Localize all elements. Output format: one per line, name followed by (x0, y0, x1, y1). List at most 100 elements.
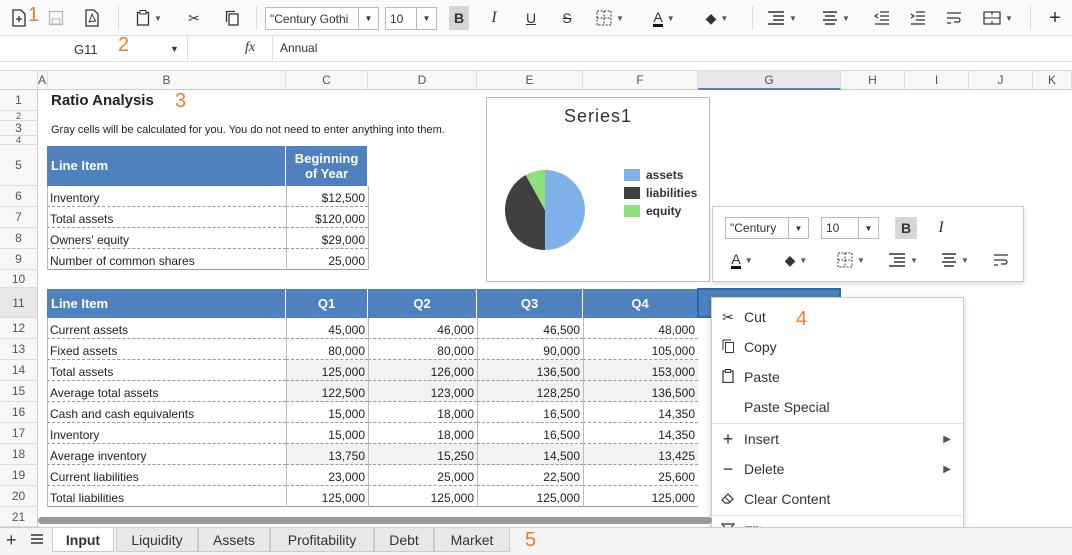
italic-button[interactable]: I (484, 6, 504, 30)
column-header-h[interactable]: H (841, 71, 905, 90)
function-icon[interactable]: fx (245, 40, 255, 56)
menu-item-insert[interactable]: + Insert ▶ (712, 424, 963, 454)
column-header-f[interactable]: F (583, 71, 698, 90)
table2-row-label[interactable]: Cash and cash equivalents (47, 402, 286, 423)
row-header[interactable]: 7 (0, 207, 38, 228)
table2-header-q1[interactable]: Q1 (286, 289, 368, 318)
vertical-align-button[interactable]: ▼ (764, 6, 800, 30)
cut-icon[interactable]: ✂ (184, 6, 204, 30)
row-header[interactable]: 13 (0, 339, 38, 360)
table2-cell[interactable]: 23,000 (286, 465, 368, 486)
table2-header-q4[interactable]: Q4 (583, 289, 698, 318)
row-header[interactable]: 20 (0, 486, 38, 507)
row-header[interactable]: 8 (0, 228, 38, 249)
table2-cell[interactable]: 125,000 (477, 486, 583, 507)
table2-cell[interactable]: 25,600 (583, 465, 698, 486)
mini-vertical-align-button[interactable]: ▼ (885, 249, 921, 271)
mini-size-select[interactable]: 10 ▼ (821, 217, 879, 239)
menu-item-cut[interactable]: ✂ Cut (712, 302, 963, 332)
mini-bold-button[interactable]: B (895, 217, 917, 239)
mini-horizontal-align-button[interactable]: ▼ (937, 249, 973, 271)
table2-header-item[interactable]: Line Item (47, 289, 286, 318)
paste-dropdown-button[interactable]: ▼ (132, 6, 166, 30)
table1-header-year[interactable]: Beginning of Year (286, 146, 368, 186)
table2-cell[interactable]: 13,750 (286, 444, 368, 465)
column-header-g[interactable]: G (698, 71, 841, 90)
table1-label[interactable]: Total assets (47, 207, 286, 228)
column-header-c[interactable]: C (286, 71, 368, 90)
tab-profitability[interactable]: Profitability (270, 528, 374, 552)
table2-cell[interactable]: 18,000 (368, 423, 477, 444)
name-box[interactable]: G11 ▼ (8, 39, 188, 59)
instructions-note[interactable]: Gray cells will be calculated for you. Y… (48, 121, 488, 139)
table2-cell[interactable]: 125,000 (583, 486, 698, 507)
column-header-a[interactable]: A (38, 71, 48, 90)
select-all-corner[interactable] (0, 71, 38, 90)
table2-cell[interactable]: 45,000 (286, 318, 368, 339)
strikethrough-button[interactable]: S (557, 6, 577, 30)
horizontal-scrollbar[interactable] (38, 517, 712, 524)
table2-cell[interactable]: 153,000 (583, 360, 698, 381)
row-header[interactable]: 10 (0, 270, 38, 288)
font-name-select[interactable]: "Century Gothi ▼ (265, 7, 379, 30)
borders-dropdown-button[interactable]: ▼ (592, 6, 628, 30)
table2-cell[interactable]: 136,500 (583, 381, 698, 402)
row-header[interactable]: 6 (0, 186, 38, 207)
table2-header-q2[interactable]: Q2 (368, 289, 477, 318)
table2-cell[interactable]: 14,350 (583, 423, 698, 444)
table1-value[interactable]: $12,500 (286, 186, 368, 207)
sheet-title[interactable]: Ratio Analysis (48, 90, 178, 111)
column-header-i[interactable]: I (905, 71, 969, 90)
table2-cell[interactable]: 15,000 (286, 402, 368, 423)
table2-row-label[interactable]: Total liabilities (47, 486, 286, 507)
table2-cell[interactable]: 14,500 (477, 444, 583, 465)
mini-font-color-button[interactable]: A ▼ (725, 249, 759, 271)
table2-cell[interactable]: 128,250 (477, 381, 583, 402)
bold-button[interactable]: B (449, 6, 469, 30)
table2-cell[interactable]: 16,500 (477, 402, 583, 423)
fill-color-button[interactable]: ◆ ▼ (700, 6, 734, 30)
row-header[interactable]: 5 (0, 145, 38, 186)
table2-cell[interactable]: 46,500 (477, 318, 583, 339)
table2-row-label[interactable]: Inventory (47, 423, 286, 444)
row-header[interactable]: 17 (0, 423, 38, 444)
pie-chart[interactable]: Series1 assets liabilities equity (486, 97, 710, 282)
formula-input[interactable]: Annual (280, 41, 317, 55)
table2-row-label[interactable]: Fixed assets (47, 339, 286, 360)
mini-borders-button[interactable]: ▼ (833, 249, 869, 271)
underline-button[interactable]: U (521, 6, 541, 30)
table1-label[interactable]: Owners' equity (47, 228, 286, 249)
insert-button[interactable]: + (1042, 6, 1068, 30)
tab-debt[interactable]: Debt (374, 528, 434, 552)
table2-cell[interactable]: 136,500 (477, 360, 583, 381)
column-header-e[interactable]: E (477, 71, 583, 90)
table2-cell[interactable]: 126,000 (368, 360, 477, 381)
table2-row-label[interactable]: Average total assets (47, 381, 286, 402)
table2-row-label[interactable]: Average inventory (47, 444, 286, 465)
table2-cell[interactable]: 15,250 (368, 444, 477, 465)
table2-cell[interactable]: 13,425 (583, 444, 698, 465)
tab-liquidity[interactable]: Liquidity (116, 528, 198, 552)
row-header[interactable]: 9 (0, 249, 38, 270)
row-header[interactable]: 2 (0, 111, 38, 121)
row-header[interactable]: 18 (0, 444, 38, 465)
table2-cell[interactable]: 80,000 (286, 339, 368, 360)
menu-item-copy[interactable]: Copy (712, 332, 963, 362)
increase-indent-icon[interactable] (908, 6, 928, 30)
table2-cell[interactable]: 48,000 (583, 318, 698, 339)
table2-cell[interactable]: 90,000 (477, 339, 583, 360)
menu-item-paste[interactable]: Paste (712, 362, 963, 392)
table2-cell[interactable]: 125,000 (286, 486, 368, 507)
row-header[interactable]: 14 (0, 360, 38, 381)
table2-cell[interactable]: 122,500 (286, 381, 368, 402)
row-header[interactable]: 3 (0, 121, 38, 136)
column-header-j[interactable]: J (969, 71, 1033, 90)
font-size-select[interactable]: 10 ▼ (385, 7, 437, 30)
row-header[interactable]: 1 (0, 90, 38, 111)
sheet-list-icon[interactable] (30, 532, 44, 549)
decrease-indent-icon[interactable] (872, 6, 892, 30)
row-header[interactable]: 11 (0, 288, 38, 318)
export-pdf-icon[interactable] (82, 6, 102, 30)
table2-cell[interactable]: 14,350 (583, 402, 698, 423)
table2-cell[interactable]: 105,000 (583, 339, 698, 360)
